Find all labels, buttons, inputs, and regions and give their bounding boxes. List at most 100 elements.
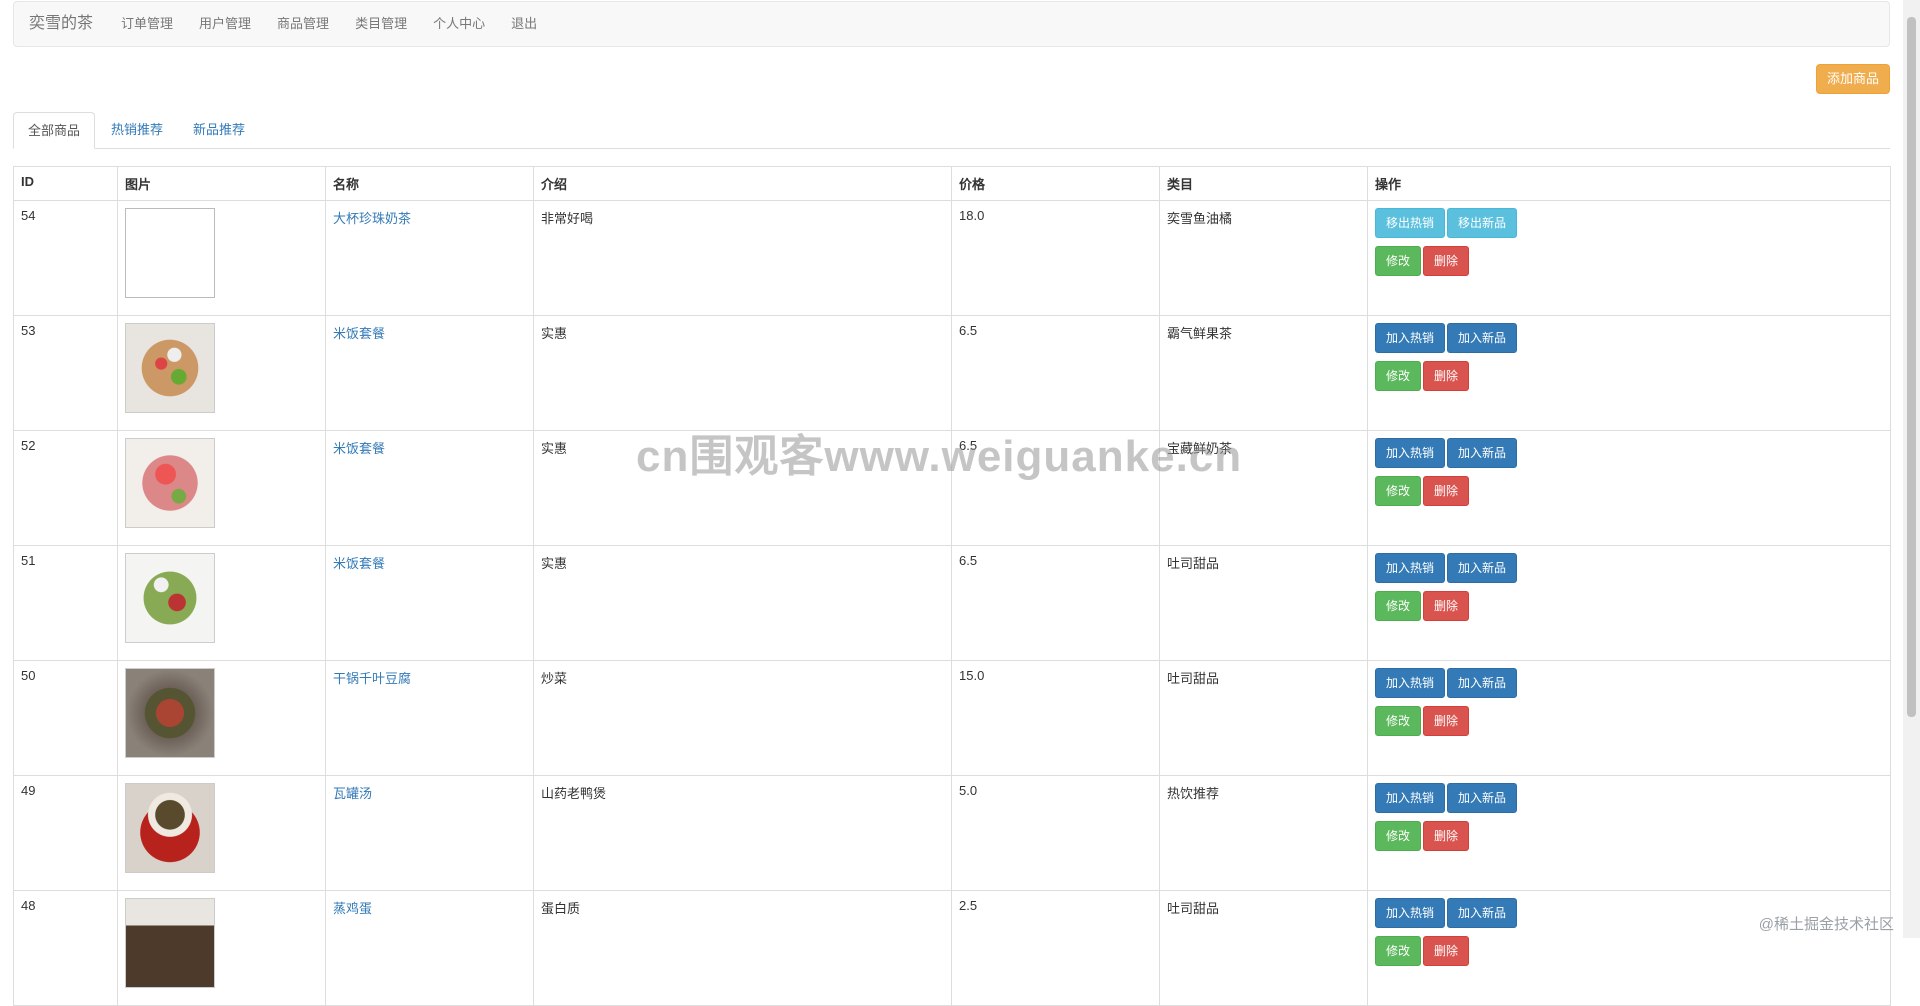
delete-button[interactable]: 删除 — [1423, 476, 1470, 506]
cell-name: 米饭套餐 — [325, 430, 534, 546]
add-hot-button[interactable]: 加入热销 — [1375, 553, 1446, 583]
cell-image — [117, 890, 326, 1006]
cell-intro: 实惠 — [533, 545, 952, 661]
cell-image — [117, 545, 326, 661]
cell-actions: 加入热销 加入新品 修改 删除 — [1367, 430, 1891, 546]
edit-button[interactable]: 修改 — [1375, 246, 1422, 276]
add-new-button[interactable]: 加入新品 — [1447, 323, 1518, 353]
cell-image — [117, 315, 326, 431]
delete-button[interactable]: 删除 — [1423, 706, 1470, 736]
cell-id: 53 — [13, 315, 118, 431]
goods-name-link[interactable]: 米饭套餐 — [333, 441, 385, 456]
cell-actions: 加入热销 加入新品 修改 删除 — [1367, 660, 1891, 776]
cell-intro: 实惠 — [533, 315, 952, 431]
cell-intro: 实惠 — [533, 430, 952, 546]
cell-id: 54 — [13, 200, 118, 316]
remove-new-button[interactable]: 移出新品 — [1447, 208, 1518, 238]
goods-name-link[interactable]: 米饭套餐 — [333, 326, 385, 341]
cell-category: 奕雪鱼油橘 — [1159, 200, 1368, 316]
cell-price: 18.0 — [951, 200, 1160, 316]
cell-category: 吐司甜品 — [1159, 890, 1368, 1006]
delete-button[interactable]: 删除 — [1423, 821, 1470, 851]
cell-price: 15.0 — [951, 660, 1160, 776]
cell-intro: 炒菜 — [533, 660, 952, 776]
cell-category: 宝藏鲜奶茶 — [1159, 430, 1368, 546]
cell-id: 50 — [13, 660, 118, 776]
goods-name-link[interactable]: 蒸鸡蛋 — [333, 901, 372, 916]
edit-button[interactable]: 修改 — [1375, 591, 1422, 621]
cell-name: 米饭套餐 — [325, 545, 534, 661]
nav-categories[interactable]: 类目管理 — [342, 1, 420, 47]
add-new-button[interactable]: 加入新品 — [1447, 553, 1518, 583]
tab-hot-recommend[interactable]: 热销推荐 — [97, 112, 177, 148]
add-new-button[interactable]: 加入新品 — [1447, 668, 1518, 698]
delete-button[interactable]: 删除 — [1423, 361, 1470, 391]
edit-button[interactable]: 修改 — [1375, 361, 1422, 391]
add-hot-button[interactable]: 加入热销 — [1375, 323, 1446, 353]
add-hot-button[interactable]: 加入热销 — [1375, 783, 1446, 813]
tab-all-goods[interactable]: 全部商品 — [13, 112, 96, 149]
cell-price: 6.5 — [951, 315, 1160, 431]
nav-logout[interactable]: 退出 — [498, 1, 550, 47]
nav-users[interactable]: 用户管理 — [186, 1, 264, 47]
scrollbar-thumb[interactable] — [1907, 17, 1916, 717]
cell-intro: 非常好喝 — [533, 200, 952, 316]
col-header-price: 价格 — [951, 166, 1160, 201]
nav-profile[interactable]: 个人中心 — [420, 1, 498, 47]
cell-id: 52 — [13, 430, 118, 546]
delete-button[interactable]: 删除 — [1423, 591, 1470, 621]
cell-image — [117, 775, 326, 891]
brand-logo[interactable]: 奕雪的茶 — [14, 1, 108, 47]
remove-hot-button[interactable]: 移出热销 — [1375, 208, 1446, 238]
cell-name: 蒸鸡蛋 — [325, 890, 534, 1006]
cell-image — [117, 660, 326, 776]
col-header-category: 类目 — [1159, 166, 1368, 201]
cell-name: 瓦罐汤 — [325, 775, 534, 891]
nav-orders[interactable]: 订单管理 — [108, 1, 186, 47]
cell-intro: 山药老鸭煲 — [533, 775, 952, 891]
table-row: 49 瓦罐汤 山药老鸭煲 5.0 热饮推荐 加入热销 加入新品 修改 删除 — [13, 775, 1891, 891]
goods-image — [125, 438, 215, 528]
add-hot-button[interactable]: 加入热销 — [1375, 438, 1446, 468]
delete-button[interactable]: 删除 — [1423, 936, 1470, 966]
cell-image — [117, 430, 326, 546]
add-new-button[interactable]: 加入新品 — [1447, 783, 1518, 813]
table-row: 52 米饭套餐 实惠 6.5 宝藏鲜奶茶 加入热销 加入新品 修改 删除 — [13, 430, 1891, 546]
cell-price: 6.5 — [951, 430, 1160, 546]
edit-button[interactable]: 修改 — [1375, 706, 1422, 736]
goods-name-link[interactable]: 米饭套餐 — [333, 556, 385, 571]
add-new-button[interactable]: 加入新品 — [1447, 438, 1518, 468]
cell-price: 6.5 — [951, 545, 1160, 661]
delete-button[interactable]: 删除 — [1423, 246, 1470, 276]
goods-name-link[interactable]: 瓦罐汤 — [333, 786, 372, 801]
cell-actions: 加入热销 加入新品 修改 删除 — [1367, 315, 1891, 431]
cell-id: 49 — [13, 775, 118, 891]
edit-button[interactable]: 修改 — [1375, 476, 1422, 506]
add-goods-button[interactable]: 添加商品 — [1816, 64, 1890, 94]
vertical-scrollbar[interactable] — [1903, 0, 1920, 938]
nav-goods[interactable]: 商品管理 — [264, 1, 342, 47]
cell-price: 2.5 — [951, 890, 1160, 1006]
goods-name-link[interactable]: 干锅千叶豆腐 — [333, 671, 411, 686]
corner-watermark: @稀土掘金技术社区 — [1758, 916, 1894, 933]
broken-image-icon — [125, 208, 215, 298]
add-hot-button[interactable]: 加入热销 — [1375, 898, 1446, 928]
goods-image — [125, 553, 215, 643]
edit-button[interactable]: 修改 — [1375, 821, 1422, 851]
table-row: 54 大杯珍珠奶茶 非常好喝 18.0 奕雪鱼油橘 移出热销 移出新品 修改 删除 — [13, 200, 1891, 316]
cell-category: 热饮推荐 — [1159, 775, 1368, 891]
cell-actions: 加入热销 加入新品 修改 删除 — [1367, 775, 1891, 891]
col-header-intro: 介绍 — [533, 166, 952, 201]
cell-actions: 加入热销 加入新品 修改 删除 — [1367, 545, 1891, 661]
table-row: 51 米饭套餐 实惠 6.5 吐司甜品 加入热销 加入新品 修改 删除 — [13, 545, 1891, 661]
goods-image — [125, 783, 215, 873]
add-new-button[interactable]: 加入新品 — [1447, 898, 1518, 928]
edit-button[interactable]: 修改 — [1375, 936, 1422, 966]
cell-category: 吐司甜品 — [1159, 545, 1368, 661]
top-navbar: 奕雪的茶 订单管理 用户管理 商品管理 类目管理 个人中心 退出 — [13, 1, 1890, 47]
tab-new-recommend[interactable]: 新品推荐 — [179, 112, 259, 148]
goods-name-link[interactable]: 大杯珍珠奶茶 — [333, 211, 411, 226]
cell-intro: 蛋白质 — [533, 890, 952, 1006]
table-header-row: ID 图片 名称 介绍 价格 类目 操作 — [13, 166, 1891, 201]
add-hot-button[interactable]: 加入热销 — [1375, 668, 1446, 698]
